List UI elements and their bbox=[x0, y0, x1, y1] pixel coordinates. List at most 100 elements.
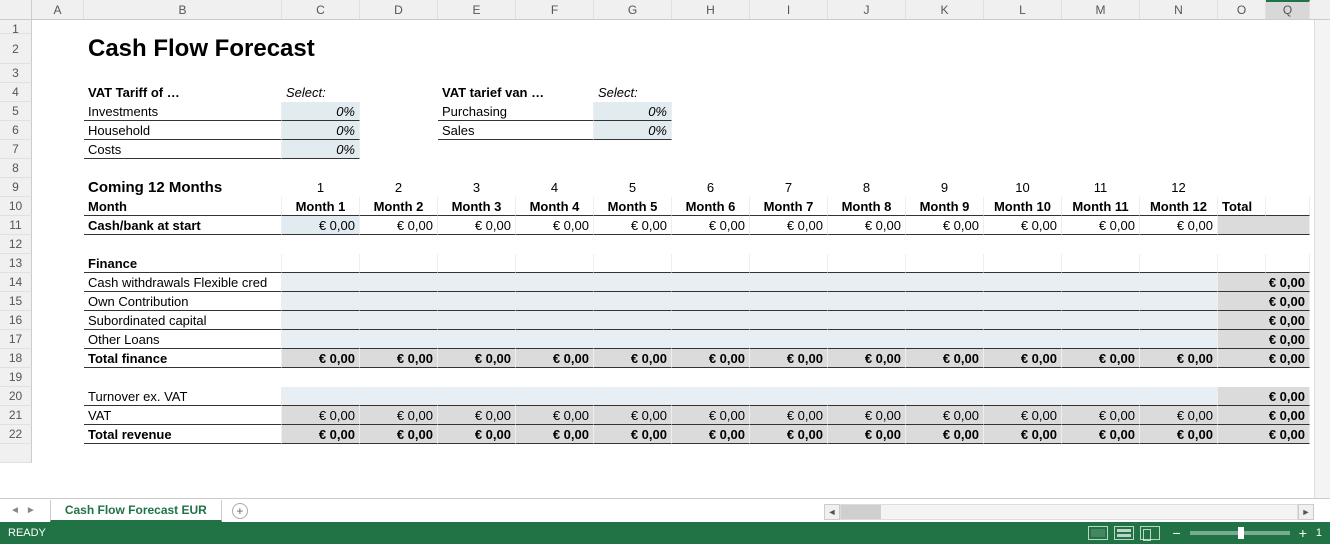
total-revenue-m12[interactable]: € 0,00 bbox=[1140, 425, 1218, 444]
vat-m5[interactable]: € 0,00 bbox=[594, 406, 672, 425]
vat-costs-label[interactable]: Costs bbox=[84, 140, 282, 159]
hscroll-track[interactable] bbox=[840, 504, 1298, 520]
hscroll-thumb[interactable] bbox=[841, 505, 881, 519]
cash-start-m10[interactable]: € 0,00 bbox=[984, 216, 1062, 235]
col-header-F[interactable]: F bbox=[516, 0, 594, 19]
month-num-7[interactable]: 7 bbox=[750, 178, 828, 197]
total-finance-m11[interactable]: € 0,00 bbox=[1062, 349, 1140, 368]
coming-12-months-header[interactable]: Coming 12 Months bbox=[84, 178, 282, 197]
row-header-17[interactable]: 17 bbox=[0, 330, 32, 349]
finance-row-0[interactable]: Cash withdrawals Flexible cred bbox=[84, 273, 282, 292]
horizontal-scrollbar[interactable]: ◄ ► bbox=[824, 504, 1314, 520]
vat-m11[interactable]: € 0,00 bbox=[1062, 406, 1140, 425]
month-3[interactable]: Month 3 bbox=[438, 197, 516, 216]
col-header-O[interactable]: O bbox=[1218, 0, 1266, 19]
vertical-scrollbar[interactable] bbox=[1314, 20, 1330, 498]
total-finance-m8[interactable]: € 0,00 bbox=[828, 349, 906, 368]
vat-m2[interactable]: € 0,00 bbox=[360, 406, 438, 425]
row-header-1[interactable]: 1 bbox=[0, 20, 32, 34]
month-6[interactable]: Month 6 bbox=[672, 197, 750, 216]
col-header-B[interactable]: B bbox=[84, 0, 282, 19]
finance-row-2[interactable]: Subordinated capital bbox=[84, 311, 282, 330]
hscroll-right-icon[interactable]: ► bbox=[1298, 504, 1314, 520]
row-header-3[interactable]: 3 bbox=[0, 64, 32, 83]
cash-start-m6[interactable]: € 0,00 bbox=[672, 216, 750, 235]
cash-start-m4[interactable]: € 0,00 bbox=[516, 216, 594, 235]
row-header-19[interactable]: 19 bbox=[0, 368, 32, 387]
turnover-total[interactable]: € 0,00 bbox=[1218, 387, 1310, 406]
cash-start-m3[interactable]: € 0,00 bbox=[438, 216, 516, 235]
month-11[interactable]: Month 11 bbox=[1062, 197, 1140, 216]
row-header-10[interactable]: 10 bbox=[0, 197, 32, 216]
tab-nav-buttons[interactable]: ◄ ► bbox=[0, 505, 46, 516]
row-header-5[interactable]: 5 bbox=[0, 102, 32, 121]
month-5[interactable]: Month 5 bbox=[594, 197, 672, 216]
total-revenue-m2[interactable]: € 0,00 bbox=[360, 425, 438, 444]
total-label[interactable]: Total bbox=[1218, 197, 1266, 216]
col-header-A[interactable]: A bbox=[32, 0, 84, 19]
col-header-G[interactable]: G bbox=[594, 0, 672, 19]
zoom-thumb[interactable] bbox=[1238, 527, 1244, 539]
month-num-6[interactable]: 6 bbox=[672, 178, 750, 197]
total-finance-m5[interactable]: € 0,00 bbox=[594, 349, 672, 368]
total-finance-total[interactable]: € 0,00 bbox=[1218, 349, 1310, 368]
row-header-20[interactable]: 20 bbox=[0, 387, 32, 406]
vat-left-select-label[interactable]: Select: bbox=[282, 83, 360, 102]
row-header-11[interactable]: 11 bbox=[0, 216, 32, 235]
col-header-P[interactable]: Q bbox=[1266, 0, 1310, 19]
row-header-7[interactable]: 7 bbox=[0, 140, 32, 159]
month-num-11[interactable]: 11 bbox=[1062, 178, 1140, 197]
total-revenue-m6[interactable]: € 0,00 bbox=[672, 425, 750, 444]
row-header-16[interactable]: 16 bbox=[0, 311, 32, 330]
vat-household-label[interactable]: Household bbox=[84, 121, 282, 140]
row-header-12[interactable]: 12 bbox=[0, 235, 32, 254]
vat-m8[interactable]: € 0,00 bbox=[828, 406, 906, 425]
month-4[interactable]: Month 4 bbox=[516, 197, 594, 216]
row-header-18[interactable]: 18 bbox=[0, 349, 32, 368]
vat-right-header[interactable]: VAT tarief van … bbox=[438, 83, 516, 102]
row-header-14[interactable]: 14 bbox=[0, 273, 32, 292]
col-header-N[interactable]: N bbox=[1140, 0, 1218, 19]
page-title[interactable]: Cash Flow Forecast bbox=[84, 34, 1316, 64]
total-finance-m1[interactable]: € 0,00 bbox=[282, 349, 360, 368]
vat-left-header[interactable]: VAT Tariff of … bbox=[84, 83, 282, 102]
zoom-out-button[interactable]: − bbox=[1170, 525, 1184, 541]
cash-start-m11[interactable]: € 0,00 bbox=[1062, 216, 1140, 235]
month-1[interactable]: Month 1 bbox=[282, 197, 360, 216]
total-finance-m7[interactable]: € 0,00 bbox=[750, 349, 828, 368]
total-revenue-m10[interactable]: € 0,00 bbox=[984, 425, 1062, 444]
month-10[interactable]: Month 10 bbox=[984, 197, 1062, 216]
col-header-J[interactable]: J bbox=[828, 0, 906, 19]
row-header-13[interactable]: 13 bbox=[0, 254, 32, 273]
vat-sales-label[interactable]: Sales bbox=[438, 121, 594, 140]
total-revenue-m3[interactable]: € 0,00 bbox=[438, 425, 516, 444]
row-header-4[interactable]: 4 bbox=[0, 83, 32, 102]
zoom-slider[interactable] bbox=[1190, 531, 1290, 535]
total-revenue-m5[interactable]: € 0,00 bbox=[594, 425, 672, 444]
total-finance-m6[interactable]: € 0,00 bbox=[672, 349, 750, 368]
col-header-I[interactable]: I bbox=[750, 0, 828, 19]
month-num-4[interactable]: 4 bbox=[516, 178, 594, 197]
col-header-M[interactable]: M bbox=[1062, 0, 1140, 19]
add-sheet-button[interactable]: + bbox=[232, 503, 248, 519]
finance-row-3-total[interactable]: € 0,00 bbox=[1218, 330, 1310, 349]
vat-purchasing-value[interactable]: 0% bbox=[594, 102, 672, 121]
cash-start-m5[interactable]: € 0,00 bbox=[594, 216, 672, 235]
col-header-C[interactable]: C bbox=[282, 0, 360, 19]
vat-sales-value[interactable]: 0% bbox=[594, 121, 672, 140]
vat-purchasing-label[interactable]: Purchasing bbox=[438, 102, 594, 121]
select-all-corner[interactable] bbox=[0, 0, 32, 19]
vat-costs-value[interactable]: 0% bbox=[282, 140, 360, 159]
cash-start-m9[interactable]: € 0,00 bbox=[906, 216, 984, 235]
cash-start-m12[interactable]: € 0,00 bbox=[1140, 216, 1218, 235]
total-finance-label[interactable]: Total finance bbox=[84, 349, 282, 368]
tab-nav-next-icon[interactable]: ► bbox=[24, 505, 38, 516]
finance-row-0-total[interactable]: € 0,00 bbox=[1218, 273, 1310, 292]
month-7[interactable]: Month 7 bbox=[750, 197, 828, 216]
total-finance-m2[interactable]: € 0,00 bbox=[360, 349, 438, 368]
total-finance-m4[interactable]: € 0,00 bbox=[516, 349, 594, 368]
month-9[interactable]: Month 9 bbox=[906, 197, 984, 216]
month-num-9[interactable]: 9 bbox=[906, 178, 984, 197]
total-finance-m9[interactable]: € 0,00 bbox=[906, 349, 984, 368]
cash-start-label[interactable]: Cash/bank at start bbox=[84, 216, 282, 235]
